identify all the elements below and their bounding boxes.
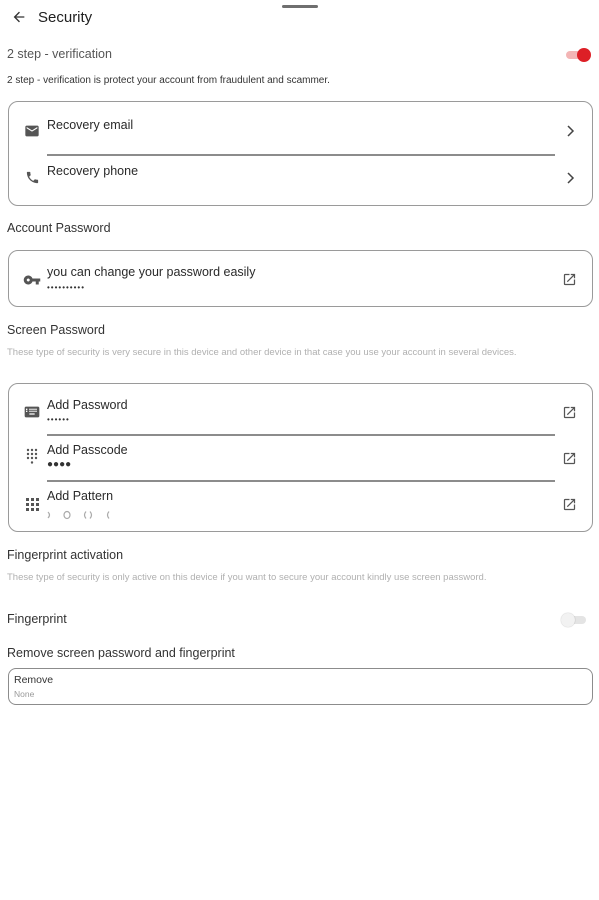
chevron-right-icon <box>564 124 576 138</box>
phone-icon <box>23 168 41 186</box>
account-password-card: you can change your password easily ••••… <box>8 250 593 307</box>
open-in-new-icon <box>560 270 578 288</box>
add-password-label: Add Password <box>47 398 128 412</box>
screen-password-heading: Screen Password <box>7 323 105 337</box>
remove-select[interactable]: Remove None <box>8 668 593 705</box>
pattern-preview <box>47 507 117 520</box>
add-passcode-item[interactable]: Add Passcode ●●●● <box>9 435 592 481</box>
top-app-bar: Security <box>0 0 599 36</box>
fingerprint-label: Fingerprint <box>7 612 67 626</box>
add-pattern-label: Add Pattern <box>47 489 114 503</box>
password-mask: •••••••••• <box>47 283 86 292</box>
recovery-phone-label: Recovery phone <box>47 164 139 178</box>
recovery-email-item[interactable]: Recovery email <box>9 108 592 154</box>
page-title: Security <box>38 9 93 26</box>
open-in-new-icon <box>560 449 578 467</box>
screen-password-description: These type of security is very secure in… <box>7 347 517 358</box>
open-in-new-icon <box>560 403 578 421</box>
email-icon <box>23 122 41 140</box>
recovery-email-label: Recovery email <box>47 118 134 132</box>
chevron-right-icon <box>564 171 576 185</box>
fingerprint-description: These type of security is only active on… <box>7 572 487 583</box>
add-password-value: •••••• <box>47 415 70 424</box>
keyboard-icon <box>23 403 41 421</box>
apps-grid-icon <box>23 495 41 513</box>
toggle-knob <box>577 48 591 62</box>
add-pattern-item[interactable]: Add Pattern <box>9 481 592 527</box>
change-password-label: you can change your password easily <box>47 265 256 279</box>
key-icon <box>23 271 41 289</box>
two-step-toggle[interactable] <box>565 47 591 63</box>
fingerprint-heading: Fingerprint activation <box>7 548 124 562</box>
two-step-row: 2 step - verification <box>7 46 592 64</box>
fingerprint-toggle[interactable] <box>561 612 587 628</box>
toggle-knob <box>561 613 575 627</box>
add-passcode-value: ●●●● <box>47 459 72 470</box>
change-password-item[interactable]: you can change your password easily ••••… <box>9 256 592 302</box>
remove-heading: Remove screen password and fingerprint <box>7 646 235 660</box>
recovery-card: Recovery email Recovery phone <box>8 101 593 206</box>
back-arrow-icon[interactable] <box>8 6 30 28</box>
screen-password-card: Add Password •••••• Add Passcode ●●●● Ad… <box>8 383 593 532</box>
add-passcode-label: Add Passcode <box>47 443 128 457</box>
two-step-description: 2 step - verification is protect your ac… <box>7 75 330 86</box>
remove-value: None <box>14 689 35 699</box>
remove-label: Remove <box>14 674 54 686</box>
account-password-heading: Account Password <box>7 221 111 235</box>
recovery-phone-item[interactable]: Recovery phone <box>9 155 592 201</box>
two-step-label: 2 step - verification <box>7 47 112 61</box>
open-in-new-icon <box>560 495 578 513</box>
add-password-item[interactable]: Add Password •••••• <box>9 389 592 435</box>
dialpad-icon <box>23 448 41 466</box>
